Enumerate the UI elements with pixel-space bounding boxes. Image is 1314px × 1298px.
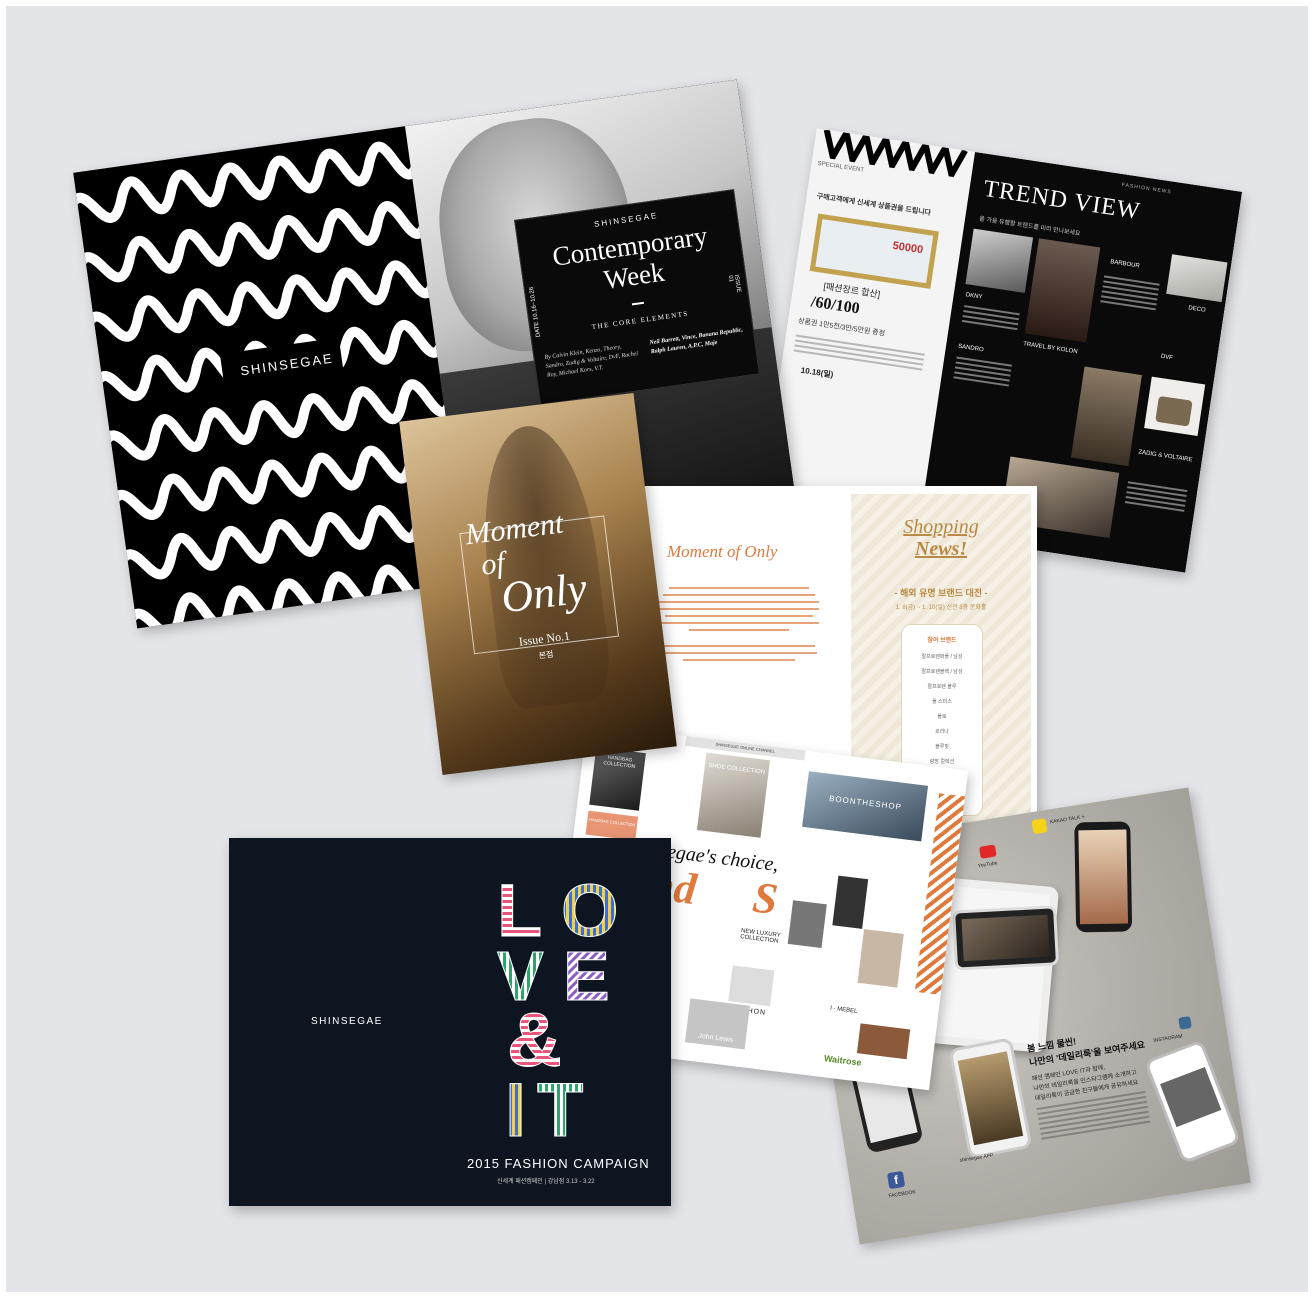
brand-label-5: DVF [1160,353,1174,362]
shoe-label: SHOE COLLECTION [707,762,766,776]
moment-body-text [659,582,819,666]
photo-model-grid-3 [857,929,904,988]
photo-john-lewis: John Lewis [684,998,750,1050]
campaign-sub: 신세계 패션캠페인 | 강남점 3.13 - 3.22 [497,1179,595,1185]
zigzag-header [823,128,968,180]
john-lewis-label: John Lewis [697,1032,734,1044]
photo-dkny [965,228,1034,293]
shopping-line-2: News! [914,538,968,560]
photo-boontheshop: BOONTHESHOP [802,771,929,842]
kakao-icon [1031,818,1048,835]
photo-pishon [728,965,775,1007]
brand-label-1: BARBOUR [1109,259,1141,270]
love-brand: SHINSEGAE [311,1016,383,1027]
brand-label-6: ZADIG & VOLTAIRE [1137,449,1193,464]
brand-label-4: TRAVEL BY KOLON [1022,341,1078,356]
handbag-tag-label: HANDBAG COLLECTION [588,816,636,828]
brand-list-item: 폴 스미스 [932,699,952,705]
brand-list-header: 참여 브랜드 [927,638,957,644]
gift-card-image: 50000 [809,213,939,289]
brand-label-3: SANDRO [957,343,984,354]
mebel-label: I · MEBEL [829,1005,858,1015]
brands-right: Neil Barrett, Vince, Banana Republic, Ra… [649,327,744,356]
event-title: - 해외 유명 브랜드 대전 - [894,588,988,598]
trend-text-4 [1124,478,1188,515]
brands-left: By Calvin Klein, Kenzo, Theory, Sandro, … [544,344,639,379]
brand-list-item: 랄프로렌퍼플 / 남성 [921,654,963,660]
handbag-label: HANDBAG COLLECTION [603,754,636,770]
collage-background: SPECIAL EVENT 구매고객에게 신세계 상품권을 드립니다 50000… [6,6,1308,1292]
waitrose-label: Waitrose [823,1053,863,1068]
gift-card-value: 50000 [891,239,924,257]
instagram-icon [1178,1016,1192,1030]
photo-model-2 [1070,366,1142,467]
big-right-text: S [750,872,781,925]
brand-label-0: DKNY [965,292,983,301]
title-box: SHINSEGAE Contemporary Week THE CORE ELE… [514,189,760,406]
photo-barbour [1166,254,1228,303]
love-it-letters: L O V E & I T [497,870,620,1140]
gift-date: 10.18(일) [800,365,834,380]
trend-text-2 [1100,272,1160,313]
title-issue: ISSUE 01 [726,274,742,293]
boontheshop-label: BOONTHESHOP [828,793,903,812]
love-letter-i: I [505,1068,526,1140]
shopping-line-1: Shopping [903,516,979,538]
fashion-news-label: FASHION NEWS [1121,182,1173,196]
photo-shoe-collection: SHOE COLLECTION [696,752,770,838]
scribble-pattern [73,126,469,629]
brand-list-item: 폴로 [937,714,947,720]
moment-of-only-cover: Moment of Only Issue No.1 본점 [399,392,677,776]
youtube-icon [979,844,997,859]
trend-text-1 [961,302,1020,333]
brand-label-2: DECO [1187,305,1206,314]
brand-list-item: 랄프로렌 블루 [927,684,957,690]
brand-list-item: 르라나 [935,729,949,735]
brand-list-item: 랄프로렌블랙 / 남성 [921,669,963,675]
moment-line-3: Only [498,563,590,623]
phone-top-right [1074,821,1133,933]
trend-text-3 [953,354,1013,390]
photo-model-1 [1024,238,1101,343]
event-date: 1. 8(금) ~ 1. 10(일) 신관 8층 문화홀 [895,605,987,611]
facebook-icon: f [886,1170,906,1190]
moment-spread-title: Moment of Only [667,542,778,561]
love-letter-t: T [537,1068,583,1140]
moment-store: 본점 [538,649,554,661]
brand-list-item: 블루핏 [935,744,949,750]
photo-model-grid-1 [832,875,869,929]
phone-center [952,905,1060,971]
photo-waitrose [856,1023,911,1060]
title-dash [631,301,645,306]
photo-handbag-collection: HANDBAG COLLECTION [589,747,646,811]
love-letter-e: E [563,937,610,1015]
campaign-title: 2015 FASHION CAMPAIGN [467,1156,650,1171]
photo-handbag [1144,376,1206,436]
gift-amount: /60/100 [809,293,861,318]
love-it-cover: SHINSEGAE L O V E & I T 2015 FASHION CAM… [229,838,671,1206]
